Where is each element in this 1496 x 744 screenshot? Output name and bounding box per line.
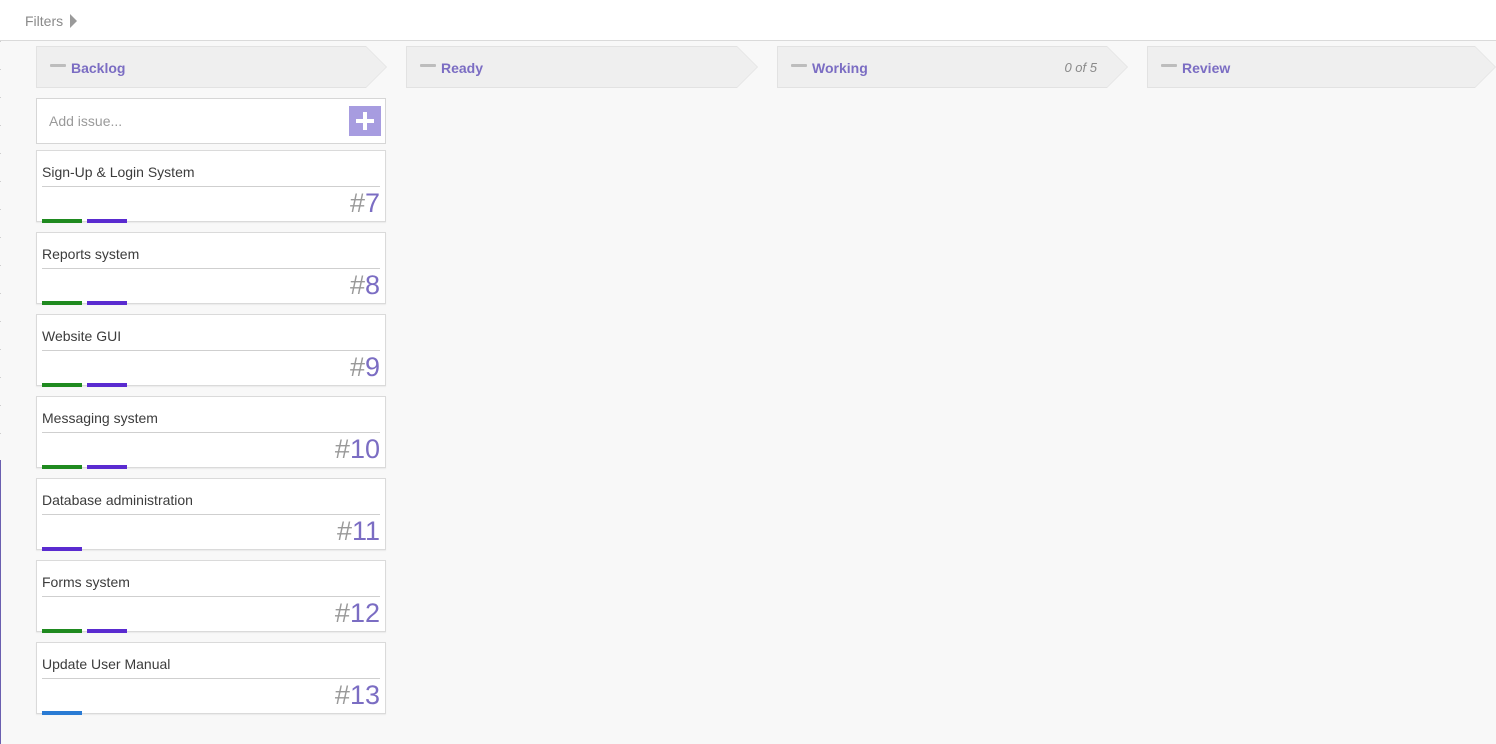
issue-title: Sign-Up & Login System (42, 164, 195, 180)
label-green (42, 629, 82, 633)
label-purple (87, 629, 127, 633)
issue-number-value: 7 (364, 188, 380, 218)
card-divider (42, 350, 380, 351)
card-divider (42, 268, 380, 269)
add-issue-button[interactable] (349, 106, 381, 136)
top-bar: Filters (0, 0, 1496, 41)
column-title: Working (812, 60, 868, 76)
issue-number[interactable]: #9 (350, 352, 380, 382)
label-purple (87, 301, 127, 305)
issue-card[interactable]: Update User Manual #13 (36, 642, 386, 715)
issue-number-value: 11 (351, 516, 380, 546)
label-bar (42, 465, 132, 469)
collapse-icon[interactable] (1161, 64, 1177, 67)
issue-title: Messaging system (42, 410, 158, 426)
add-issue-input[interactable] (38, 100, 343, 142)
label-bar (42, 219, 132, 223)
column-title: Backlog (71, 60, 126, 76)
column-header-ready: Ready (406, 46, 758, 88)
issue-number-value: 8 (364, 270, 380, 300)
label-bar (42, 629, 132, 633)
hash-symbol: # (349, 188, 365, 218)
hash-symbol: # (334, 680, 350, 710)
issue-title: Forms system (42, 574, 130, 590)
card-divider (42, 514, 380, 515)
issue-number[interactable]: #10 (335, 434, 380, 464)
issue-title: Website GUI (42, 328, 122, 344)
issue-card[interactable]: Sign-Up & Login System #7 (36, 150, 386, 223)
issue-number[interactable]: #12 (335, 598, 380, 628)
label-blue (42, 711, 82, 715)
wip-limit: 0 of 5 (1064, 60, 1097, 75)
column-header-backlog: Backlog (36, 46, 387, 88)
issue-number[interactable]: #7 (350, 188, 380, 218)
issue-number-value: 10 (349, 434, 380, 464)
label-green (42, 383, 82, 387)
label-purple (42, 547, 82, 551)
issue-card[interactable]: Database administration #11 (36, 478, 386, 551)
caret-right-icon (70, 14, 78, 28)
issue-card[interactable]: Reports system #8 (36, 232, 386, 305)
card-divider (42, 678, 380, 679)
issue-number[interactable]: #11 (337, 516, 380, 546)
label-purple (87, 219, 127, 223)
card-divider (42, 186, 380, 187)
column-header-review: Review (1147, 46, 1496, 88)
label-green (42, 465, 82, 469)
issue-title: Update User Manual (42, 656, 171, 672)
label-bar (42, 547, 87, 551)
label-bar (42, 711, 87, 715)
card-divider (42, 596, 380, 597)
filters-label: Filters (25, 13, 64, 29)
left-edge-accent (0, 460, 1, 744)
card-divider (42, 432, 380, 433)
hash-symbol: # (349, 352, 365, 382)
issue-number-value: 13 (349, 680, 380, 710)
chevron-right-icon (366, 46, 387, 88)
collapse-icon[interactable] (50, 64, 66, 67)
chevron-right-icon (1107, 46, 1128, 88)
issue-card[interactable]: Website GUI #9 (36, 314, 386, 387)
hash-symbol: # (334, 434, 350, 464)
chevron-right-icon (1475, 46, 1496, 88)
filters-toggle[interactable]: Filters (25, 12, 78, 30)
hash-symbol: # (334, 598, 350, 628)
column-title: Review (1182, 60, 1231, 76)
label-green (42, 219, 82, 223)
collapse-icon[interactable] (791, 64, 807, 67)
label-purple (87, 465, 127, 469)
column-header-working: Working 0 of 5 (777, 46, 1128, 88)
issue-card[interactable]: Forms system #12 (36, 560, 386, 633)
label-green (42, 301, 82, 305)
issue-card[interactable]: Messaging system #10 (36, 396, 386, 469)
issue-number-value: 12 (349, 598, 380, 628)
issue-number[interactable]: #8 (350, 270, 380, 300)
issue-title: Reports system (42, 246, 140, 262)
hash-symbol: # (336, 516, 352, 546)
collapse-icon[interactable] (420, 64, 436, 67)
chevron-right-icon (737, 46, 758, 88)
issue-number-value: 9 (364, 352, 380, 382)
hash-symbol: # (349, 270, 365, 300)
issue-number[interactable]: #13 (335, 680, 380, 710)
label-purple (87, 383, 127, 387)
label-bar (42, 301, 132, 305)
add-issue-box (36, 98, 386, 144)
column-title: Ready (441, 60, 484, 76)
label-bar (42, 383, 132, 387)
issue-title: Database administration (42, 492, 193, 508)
